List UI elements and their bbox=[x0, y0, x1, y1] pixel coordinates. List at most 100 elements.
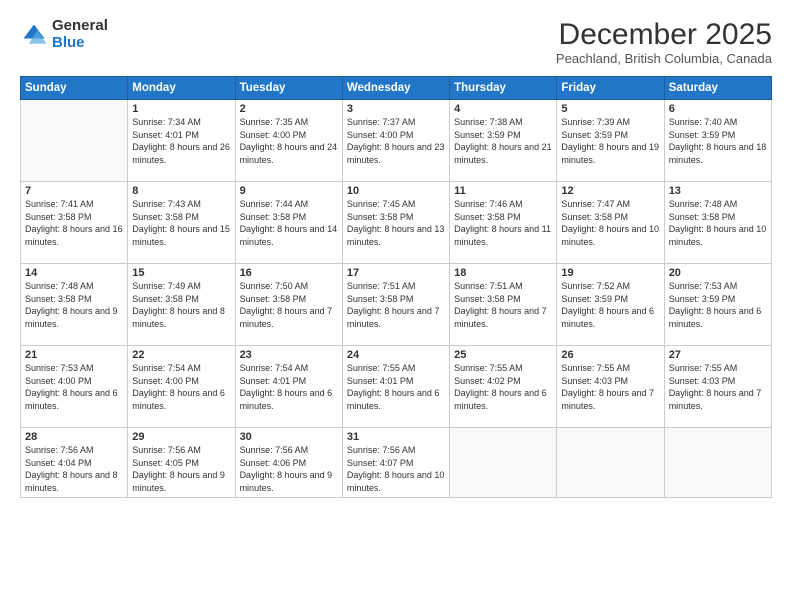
table-row: 30 Sunrise: 7:56 AMSunset: 4:06 PMDaylig… bbox=[235, 428, 342, 498]
day-info: Sunrise: 7:48 AMSunset: 3:58 PMDaylight:… bbox=[25, 281, 118, 329]
day-number: 19 bbox=[561, 267, 659, 279]
day-info: Sunrise: 7:45 AMSunset: 3:58 PMDaylight:… bbox=[347, 199, 445, 247]
day-number: 12 bbox=[561, 185, 659, 197]
day-info: Sunrise: 7:37 AMSunset: 4:00 PMDaylight:… bbox=[347, 117, 445, 165]
table-row: 16 Sunrise: 7:50 AMSunset: 3:58 PMDaylig… bbox=[235, 264, 342, 346]
day-number: 8 bbox=[132, 185, 230, 197]
logo: General Blue bbox=[20, 18, 108, 51]
col-tuesday: Tuesday bbox=[235, 77, 342, 100]
day-number: 28 bbox=[25, 431, 123, 443]
table-row: 22 Sunrise: 7:54 AMSunset: 4:00 PMDaylig… bbox=[128, 346, 235, 428]
day-number: 24 bbox=[347, 349, 445, 361]
calendar-table: Sunday Monday Tuesday Wednesday Thursday… bbox=[20, 76, 772, 498]
table-row: 3 Sunrise: 7:37 AMSunset: 4:00 PMDayligh… bbox=[342, 100, 449, 182]
day-info: Sunrise: 7:51 AMSunset: 3:58 PMDaylight:… bbox=[347, 281, 440, 329]
table-row: 4 Sunrise: 7:38 AMSunset: 3:59 PMDayligh… bbox=[450, 100, 557, 182]
day-number: 23 bbox=[240, 349, 338, 361]
col-friday: Friday bbox=[557, 77, 664, 100]
table-row: 8 Sunrise: 7:43 AMSunset: 3:58 PMDayligh… bbox=[128, 182, 235, 264]
table-row: 26 Sunrise: 7:55 AMSunset: 4:03 PMDaylig… bbox=[557, 346, 664, 428]
col-saturday: Saturday bbox=[664, 77, 771, 100]
col-monday: Monday bbox=[128, 77, 235, 100]
logo-blue-text: Blue bbox=[52, 35, 108, 52]
table-row: 12 Sunrise: 7:47 AMSunset: 3:58 PMDaylig… bbox=[557, 182, 664, 264]
day-info: Sunrise: 7:56 AMSunset: 4:06 PMDaylight:… bbox=[240, 445, 333, 493]
day-number: 27 bbox=[669, 349, 767, 361]
day-number: 3 bbox=[347, 103, 445, 115]
day-info: Sunrise: 7:49 AMSunset: 3:58 PMDaylight:… bbox=[132, 281, 225, 329]
day-info: Sunrise: 7:53 AMSunset: 3:59 PMDaylight:… bbox=[669, 281, 762, 329]
day-number: 17 bbox=[347, 267, 445, 279]
day-info: Sunrise: 7:54 AMSunset: 4:01 PMDaylight:… bbox=[240, 363, 333, 411]
logo-general-text: General bbox=[52, 18, 108, 35]
day-number: 15 bbox=[132, 267, 230, 279]
table-row: 2 Sunrise: 7:35 AMSunset: 4:00 PMDayligh… bbox=[235, 100, 342, 182]
day-info: Sunrise: 7:50 AMSunset: 3:58 PMDaylight:… bbox=[240, 281, 333, 329]
header: General Blue December 2025 Peachland, Br… bbox=[20, 18, 772, 66]
day-info: Sunrise: 7:44 AMSunset: 3:58 PMDaylight:… bbox=[240, 199, 338, 247]
table-row bbox=[664, 428, 771, 498]
day-info: Sunrise: 7:47 AMSunset: 3:58 PMDaylight:… bbox=[561, 199, 659, 247]
day-info: Sunrise: 7:56 AMSunset: 4:05 PMDaylight:… bbox=[132, 445, 225, 493]
col-thursday: Thursday bbox=[450, 77, 557, 100]
page: General Blue December 2025 Peachland, Br… bbox=[0, 0, 792, 612]
day-number: 13 bbox=[669, 185, 767, 197]
day-number: 30 bbox=[240, 431, 338, 443]
table-row: 23 Sunrise: 7:54 AMSunset: 4:01 PMDaylig… bbox=[235, 346, 342, 428]
day-number: 4 bbox=[454, 103, 552, 115]
day-number: 29 bbox=[132, 431, 230, 443]
day-info: Sunrise: 7:46 AMSunset: 3:58 PMDaylight:… bbox=[454, 199, 551, 247]
table-row: 27 Sunrise: 7:55 AMSunset: 4:03 PMDaylig… bbox=[664, 346, 771, 428]
col-wednesday: Wednesday bbox=[342, 77, 449, 100]
table-row bbox=[557, 428, 664, 498]
day-number: 21 bbox=[25, 349, 123, 361]
day-number: 31 bbox=[347, 431, 445, 443]
day-info: Sunrise: 7:55 AMSunset: 4:01 PMDaylight:… bbox=[347, 363, 440, 411]
day-number: 14 bbox=[25, 267, 123, 279]
table-row: 18 Sunrise: 7:51 AMSunset: 3:58 PMDaylig… bbox=[450, 264, 557, 346]
day-info: Sunrise: 7:56 AMSunset: 4:04 PMDaylight:… bbox=[25, 445, 118, 493]
table-row: 28 Sunrise: 7:56 AMSunset: 4:04 PMDaylig… bbox=[21, 428, 128, 498]
col-sunday: Sunday bbox=[21, 77, 128, 100]
subtitle: Peachland, British Columbia, Canada bbox=[556, 51, 772, 66]
day-info: Sunrise: 7:41 AMSunset: 3:58 PMDaylight:… bbox=[25, 199, 123, 247]
table-row: 29 Sunrise: 7:56 AMSunset: 4:05 PMDaylig… bbox=[128, 428, 235, 498]
table-row: 15 Sunrise: 7:49 AMSunset: 3:58 PMDaylig… bbox=[128, 264, 235, 346]
day-info: Sunrise: 7:43 AMSunset: 3:58 PMDaylight:… bbox=[132, 199, 230, 247]
table-row: 7 Sunrise: 7:41 AMSunset: 3:58 PMDayligh… bbox=[21, 182, 128, 264]
calendar-header-row: Sunday Monday Tuesday Wednesday Thursday… bbox=[21, 77, 772, 100]
table-row: 13 Sunrise: 7:48 AMSunset: 3:58 PMDaylig… bbox=[664, 182, 771, 264]
title-block: December 2025 Peachland, British Columbi… bbox=[556, 18, 772, 66]
day-number: 1 bbox=[132, 103, 230, 115]
table-row: 20 Sunrise: 7:53 AMSunset: 3:59 PMDaylig… bbox=[664, 264, 771, 346]
day-number: 2 bbox=[240, 103, 338, 115]
table-row: 1 Sunrise: 7:34 AMSunset: 4:01 PMDayligh… bbox=[128, 100, 235, 182]
day-number: 20 bbox=[669, 267, 767, 279]
day-number: 6 bbox=[669, 103, 767, 115]
day-number: 16 bbox=[240, 267, 338, 279]
table-row: 19 Sunrise: 7:52 AMSunset: 3:59 PMDaylig… bbox=[557, 264, 664, 346]
day-number: 25 bbox=[454, 349, 552, 361]
table-row: 11 Sunrise: 7:46 AMSunset: 3:58 PMDaylig… bbox=[450, 182, 557, 264]
table-row bbox=[450, 428, 557, 498]
day-info: Sunrise: 7:54 AMSunset: 4:00 PMDaylight:… bbox=[132, 363, 225, 411]
logo-icon bbox=[20, 21, 48, 49]
table-row: 14 Sunrise: 7:48 AMSunset: 3:58 PMDaylig… bbox=[21, 264, 128, 346]
day-info: Sunrise: 7:55 AMSunset: 4:03 PMDaylight:… bbox=[561, 363, 654, 411]
day-number: 26 bbox=[561, 349, 659, 361]
day-number: 7 bbox=[25, 185, 123, 197]
day-number: 11 bbox=[454, 185, 552, 197]
table-row: 25 Sunrise: 7:55 AMSunset: 4:02 PMDaylig… bbox=[450, 346, 557, 428]
table-row: 24 Sunrise: 7:55 AMSunset: 4:01 PMDaylig… bbox=[342, 346, 449, 428]
day-number: 22 bbox=[132, 349, 230, 361]
day-number: 10 bbox=[347, 185, 445, 197]
table-row: 17 Sunrise: 7:51 AMSunset: 3:58 PMDaylig… bbox=[342, 264, 449, 346]
logo-text: General Blue bbox=[52, 18, 108, 51]
day-info: Sunrise: 7:35 AMSunset: 4:00 PMDaylight:… bbox=[240, 117, 338, 165]
day-info: Sunrise: 7:34 AMSunset: 4:01 PMDaylight:… bbox=[132, 117, 230, 165]
table-row bbox=[21, 100, 128, 182]
table-row: 21 Sunrise: 7:53 AMSunset: 4:00 PMDaylig… bbox=[21, 346, 128, 428]
day-info: Sunrise: 7:55 AMSunset: 4:03 PMDaylight:… bbox=[669, 363, 762, 411]
day-info: Sunrise: 7:53 AMSunset: 4:00 PMDaylight:… bbox=[25, 363, 118, 411]
table-row: 6 Sunrise: 7:40 AMSunset: 3:59 PMDayligh… bbox=[664, 100, 771, 182]
